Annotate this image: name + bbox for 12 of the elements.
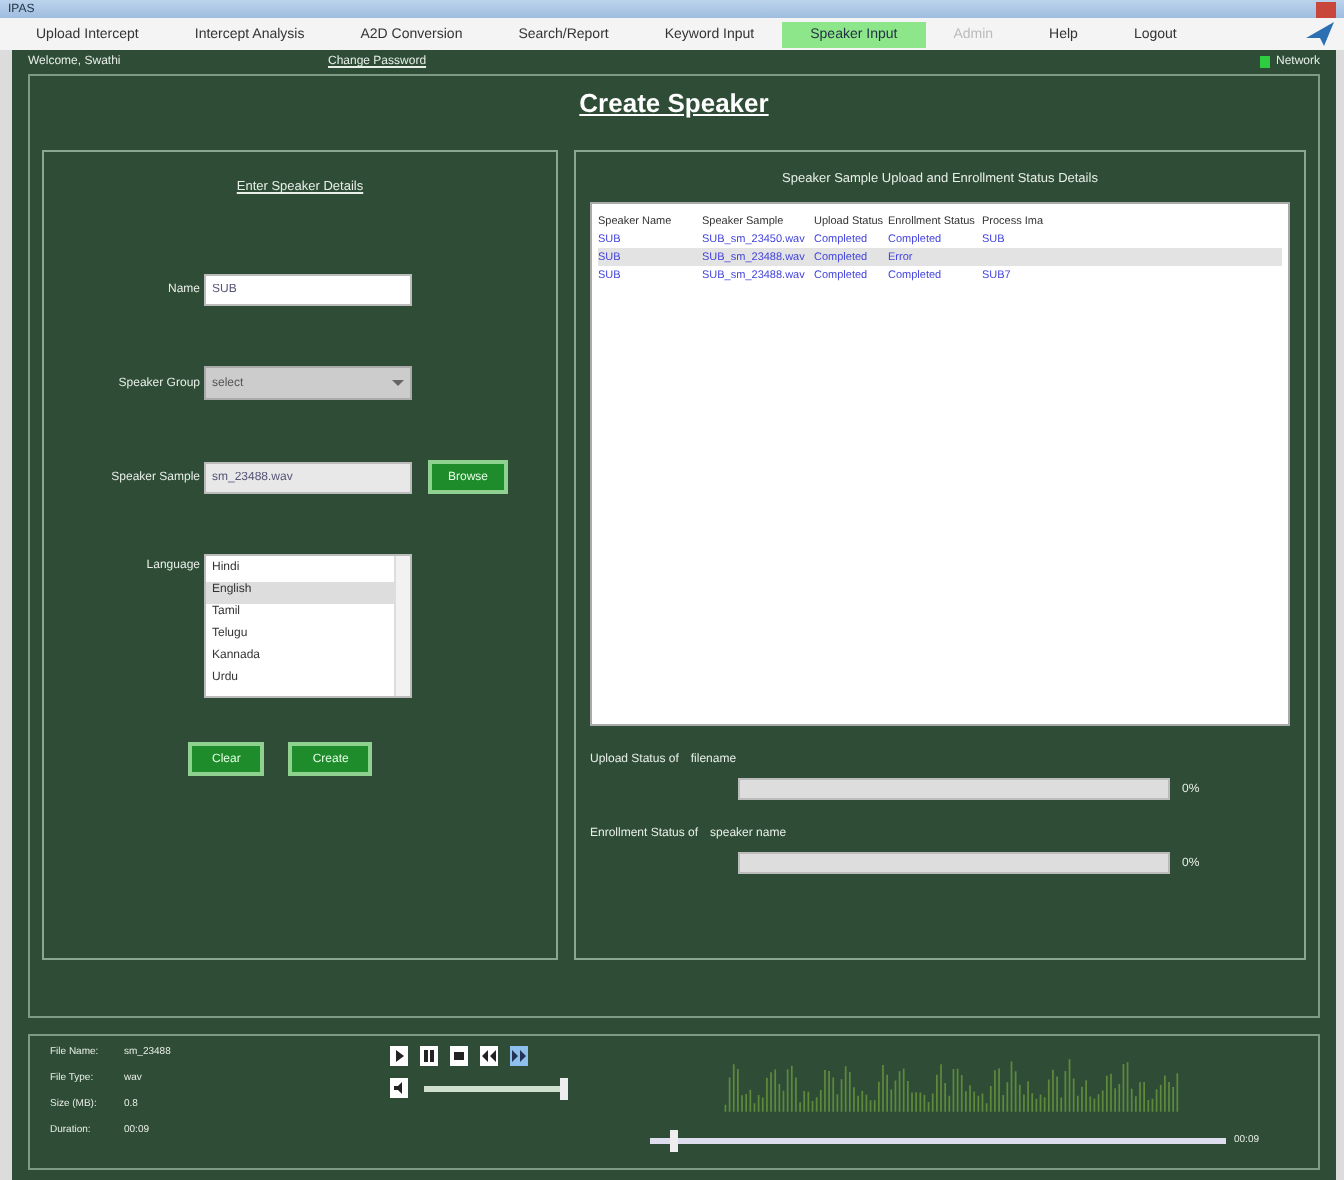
close-button[interactable] xyxy=(1316,1,1336,17)
pause-icon[interactable] xyxy=(420,1046,438,1066)
forward-icon[interactable] xyxy=(510,1046,528,1066)
play-icon[interactable] xyxy=(390,1046,408,1066)
stop-icon[interactable] xyxy=(450,1046,468,1066)
speaker-icon[interactable] xyxy=(390,1078,408,1098)
network-status-icon xyxy=(1259,56,1270,68)
rewind-icon[interactable] xyxy=(480,1046,498,1066)
scrollbar[interactable] xyxy=(394,556,410,696)
slider-thumb[interactable] xyxy=(669,1129,678,1151)
page-title: Create Speaker xyxy=(577,88,771,118)
slider-thumb[interactable] xyxy=(560,1077,568,1099)
